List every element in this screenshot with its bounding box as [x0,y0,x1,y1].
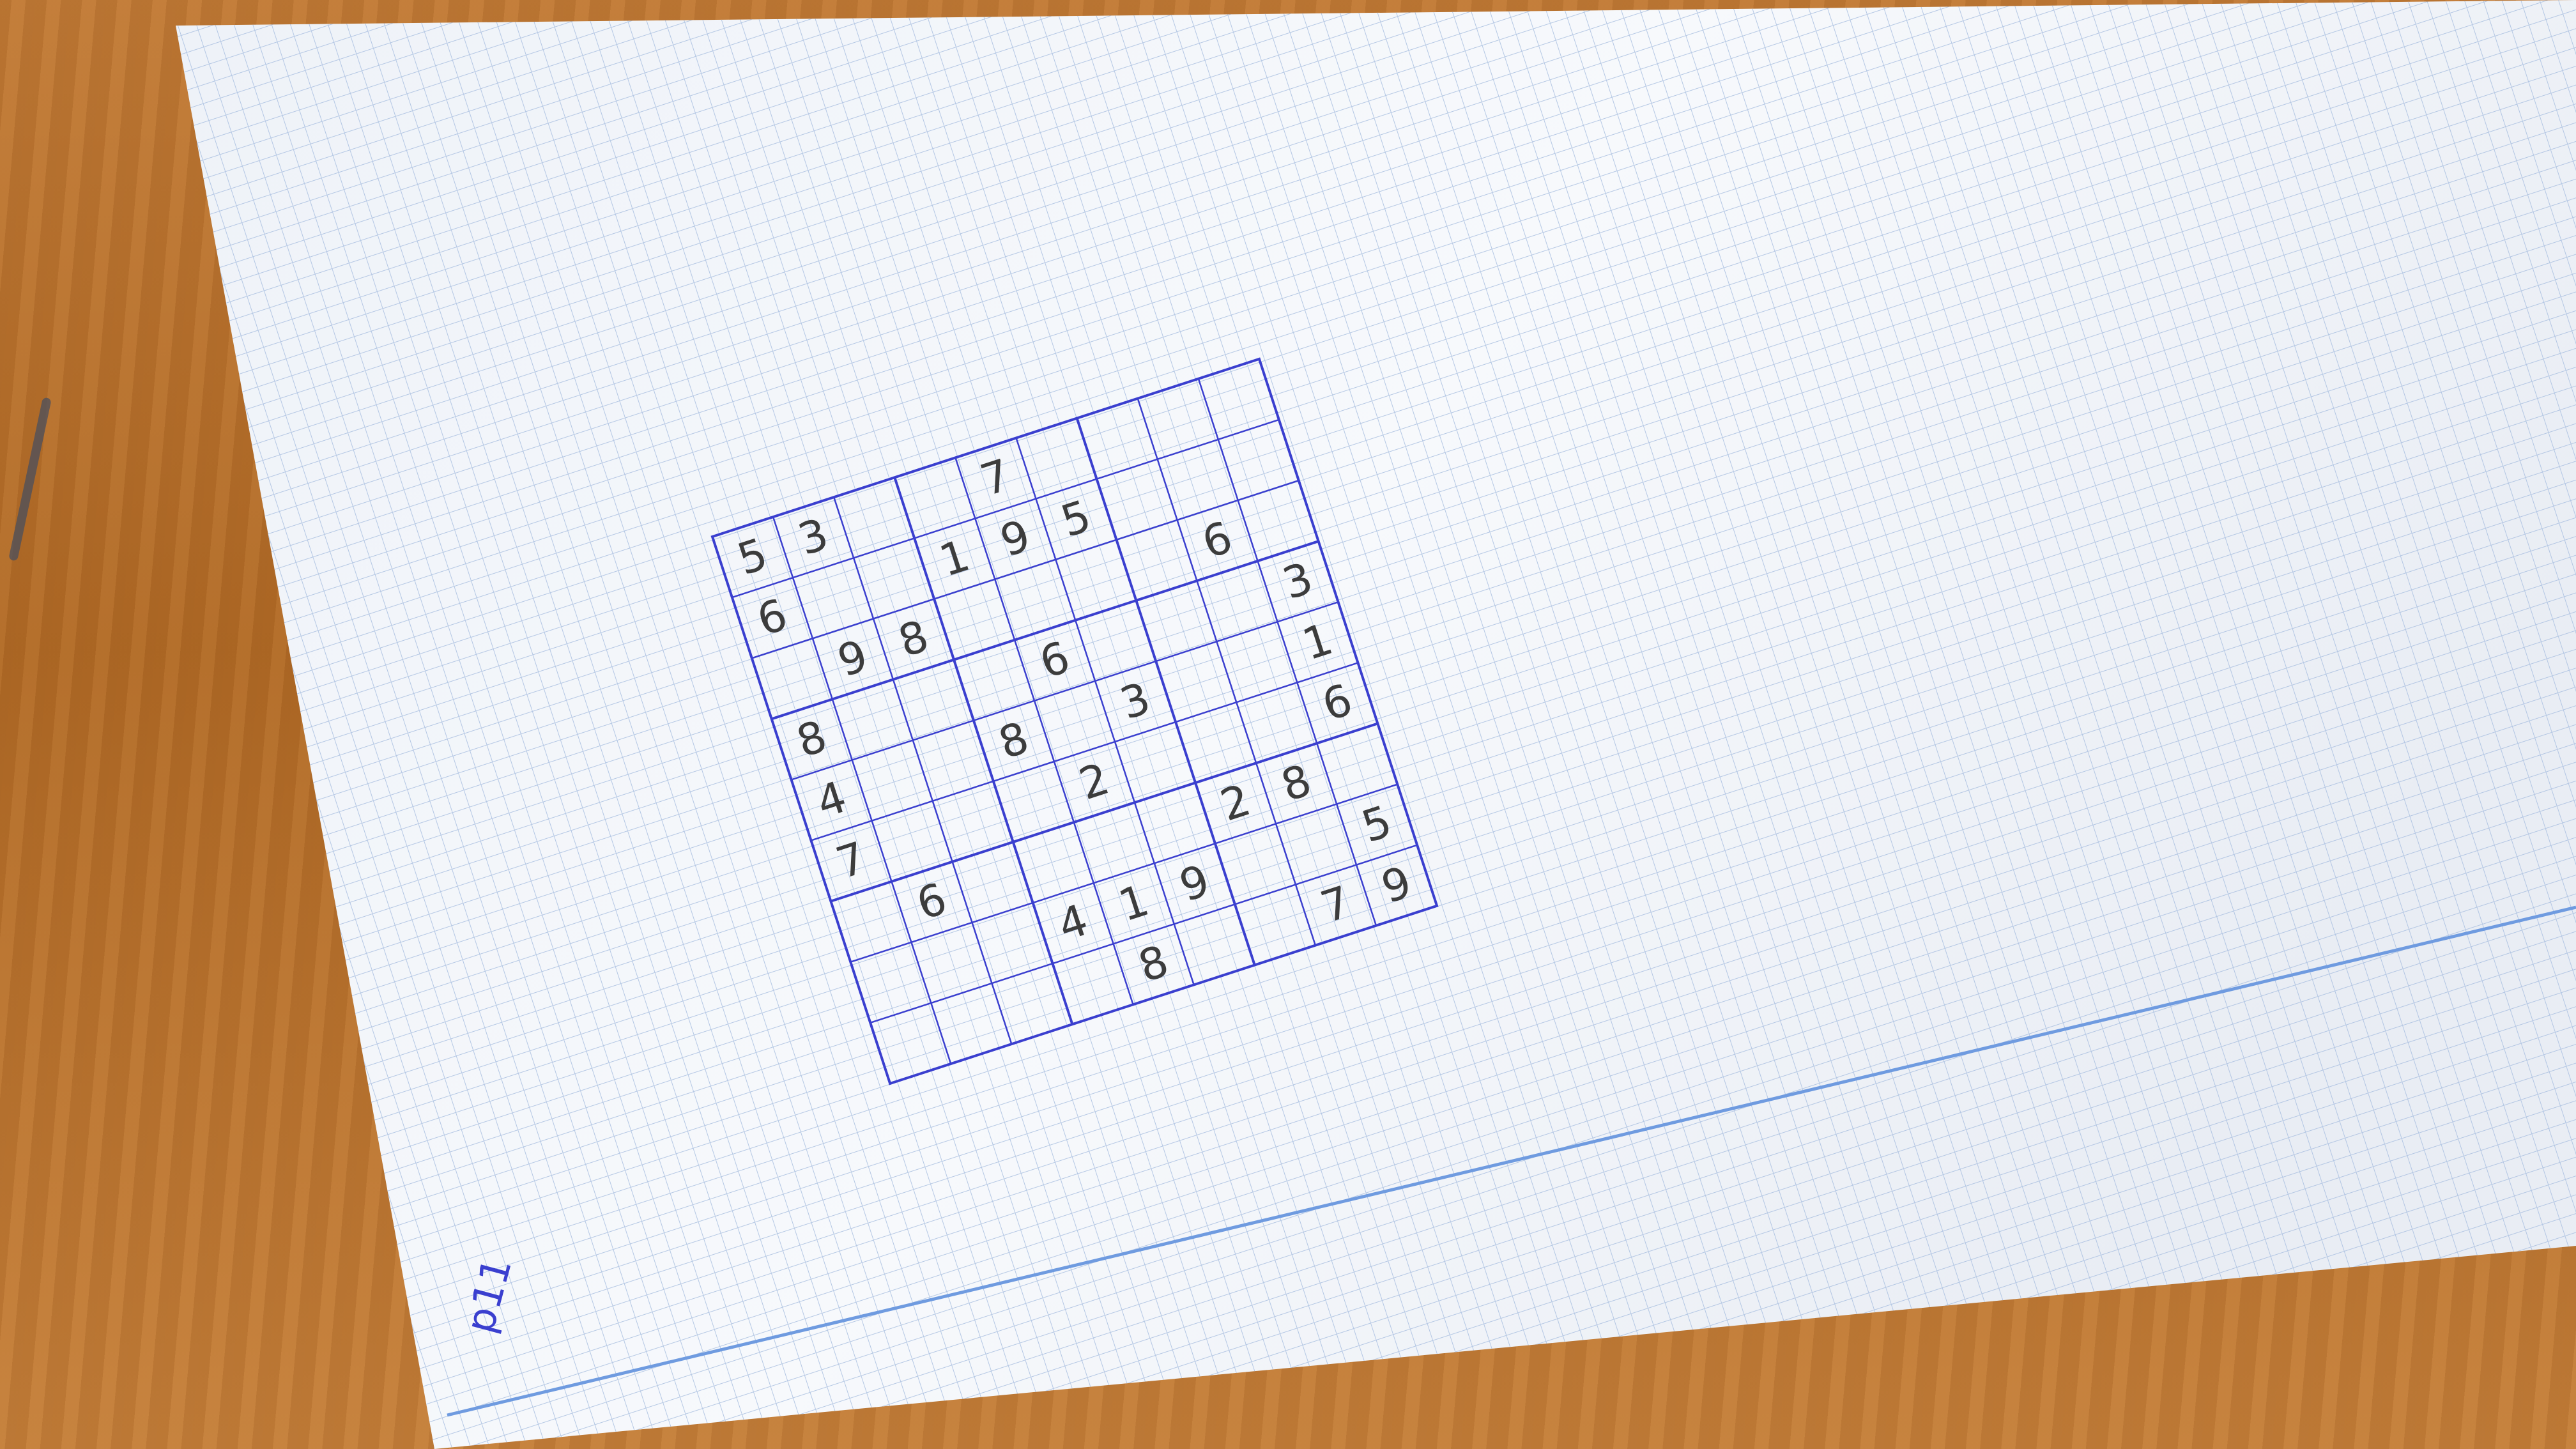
photo-scene: 5 3761 9 59 86863483172662 84 1 9587 9 p11 [176,0,2576,1449]
